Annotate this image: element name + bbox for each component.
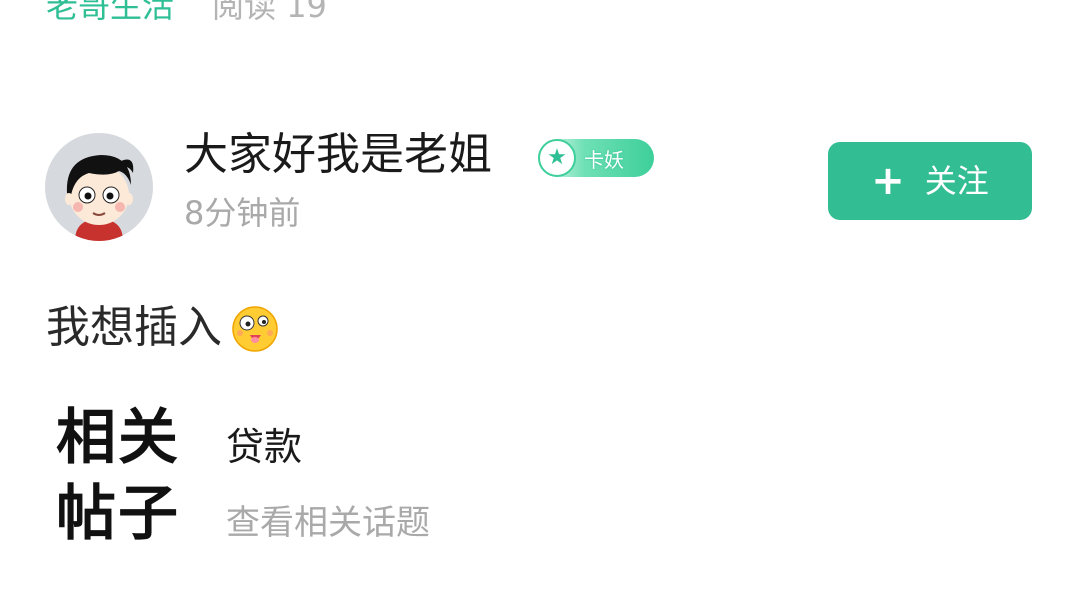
dazed-face-emoji-icon [232, 306, 278, 352]
avatar[interactable] [45, 133, 153, 241]
follow-button-label: 关注 [924, 162, 989, 200]
plus-icon: + [871, 158, 905, 204]
post-meta-row: 老哥生活 阅读 19 [46, 0, 327, 26]
star-icon: ★ [538, 139, 576, 177]
category-link[interactable]: 老哥生活 [46, 0, 174, 25]
level-badge: ★ 卡妖 [538, 139, 654, 177]
cartoon-boy-avatar-icon [45, 133, 153, 241]
topic-link[interactable]: 贷款 [226, 422, 302, 472]
related-posts-title: 相关 帖子 [56, 400, 186, 552]
post-text: 我想插入 [46, 302, 222, 353]
level-badge-label: 卡妖 [584, 147, 624, 172]
follow-button[interactable]: + 关注 [828, 142, 1032, 220]
post-detail-page: 老哥生活 阅读 19 大家好我是老姐 ★ 卡妖 8分钟前 + 关注 我想插入 相… [0, 0, 1080, 615]
post-content: 我想插入 [46, 300, 280, 356]
read-count: 阅读 19 [212, 0, 327, 25]
related-title-line-1: 相关 [56, 403, 180, 473]
see-related-topics-link[interactable]: 查看相关话题 [226, 500, 430, 546]
author-name[interactable]: 大家好我是老姐 [184, 128, 492, 182]
related-title-line-2: 帖子 [56, 479, 180, 549]
post-time: 8分钟前 [184, 194, 301, 232]
